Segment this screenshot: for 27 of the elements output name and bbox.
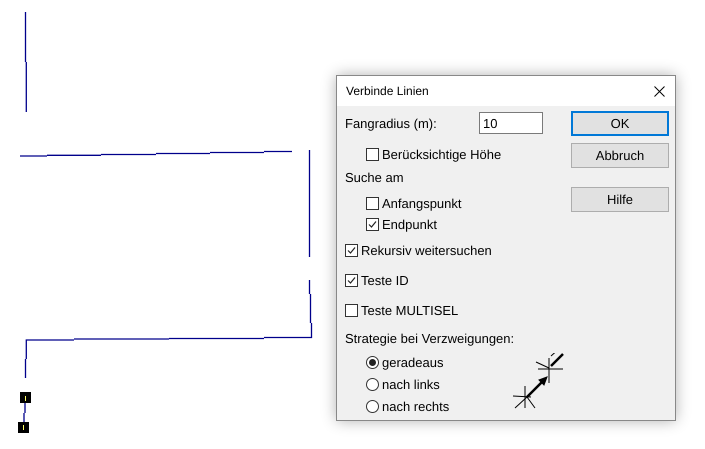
dialog-button[interactable]: OK	[571, 111, 669, 136]
radio-label: nach rechts	[382, 398, 450, 414]
radio-button[interactable]	[366, 356, 379, 368]
checkbox[interactable]	[366, 196, 379, 210]
input-field[interactable]: 10	[479, 112, 543, 134]
checkbox[interactable]	[345, 244, 358, 256]
radio-label: geradeaus	[382, 354, 444, 370]
checkbox-label: Teste ID	[361, 272, 409, 288]
close-icon[interactable]	[654, 86, 665, 96]
radio-button[interactable]	[366, 400, 379, 412]
radio-label: nach links	[382, 376, 440, 392]
dialog-button[interactable]: Hilfe	[571, 187, 669, 212]
radio-button[interactable]	[366, 378, 379, 390]
checkbox[interactable]	[345, 304, 358, 316]
field-label: Fangradius (m):	[345, 116, 437, 130]
dialog-button[interactable]: Abbruch	[571, 143, 669, 168]
checkbox-label: Anfangspunkt	[382, 196, 462, 210]
checkbox[interactable]	[366, 148, 379, 160]
group-label: Strategie bei Verzweigungen:	[345, 330, 514, 346]
window-title: Verbinde Linien	[346, 84, 429, 98]
checkbox-label: Endpunkt	[382, 216, 437, 232]
checkbox[interactable]	[345, 274, 358, 286]
group-label: Suche am	[345, 170, 404, 184]
checkbox-label: Berücksichtige Höhe	[382, 146, 502, 162]
checkbox-label: Rekursiv weitersuchen	[361, 242, 492, 258]
checkbox-label: Teste MULTISEL	[361, 302, 458, 318]
checkbox[interactable]	[366, 218, 379, 230]
